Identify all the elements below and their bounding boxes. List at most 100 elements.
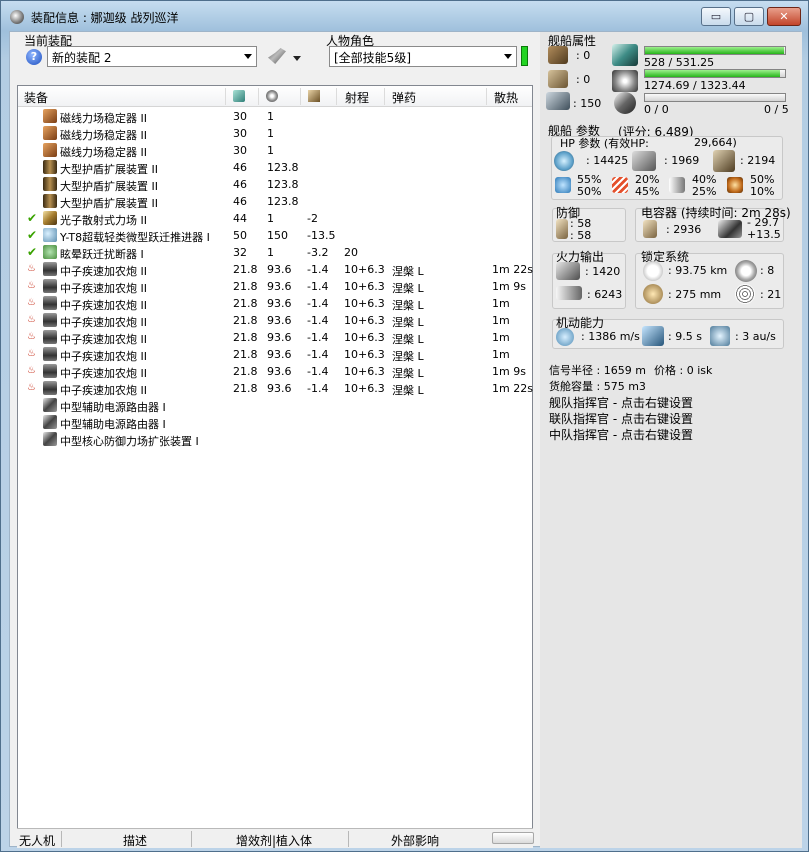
module-row[interactable]: 中型辅助电源路由器 I — [18, 397, 532, 414]
module-row[interactable]: ♨ 中子疾速加农炮 II 21.8 93.6 -1.4 10+6.3 涅槃 L 1m 9s — [18, 278, 532, 295]
blaster-icon — [43, 296, 57, 310]
column-equipment[interactable]: 装备 — [24, 89, 48, 106]
module-row[interactable]: ✔ 眩晕跃迁扰断器 I 32 1 -3.2 20 — [18, 244, 532, 261]
rig-icon — [43, 432, 57, 446]
module-row[interactable]: ✔ Y-T8超载轻类微型跃迁推进器 I 50 150 -13.5 — [18, 227, 532, 244]
module-row[interactable]: ♨ 中子疾速加农炮 II 21.8 93.6 -1.4 10+6.3 涅槃 L 1m 9s — [18, 363, 532, 380]
tab-drones[interactable]: 无人机 — [19, 832, 55, 849]
module-cpu: 30 — [233, 110, 247, 123]
close-button[interactable]: ✕ — [767, 7, 801, 26]
help-icon[interactable]: ? — [26, 49, 42, 65]
module-cpu: 21.8 — [233, 263, 258, 276]
overheat-icon[interactable]: ♨ — [27, 262, 39, 276]
module-capacitor: -3.2 — [307, 246, 329, 259]
module-row[interactable]: 大型护盾扩展装置 II 46 123.8 — [18, 176, 532, 193]
cpu-icon[interactable] — [233, 90, 245, 102]
capacitor-recharge-icon — [718, 220, 742, 238]
column-heat[interactable]: 散热 — [494, 89, 518, 106]
cargo-capacity: 货舱容量 : 575 m3 — [549, 380, 646, 393]
overheat-icon[interactable]: ♨ — [27, 279, 39, 293]
wrench-icon[interactable] — [268, 48, 286, 64]
fitting-window: 装配信息 : 娜迦级 战列巡洋 ▭ ▢ ✕ 当前装配 ? 新的装配 2 人物角色… — [0, 0, 809, 852]
calibration-bar — [644, 93, 786, 102]
active-check-icon[interactable]: ✔ — [27, 245, 39, 259]
magnetic-field-stabilizer-icon — [43, 143, 57, 157]
title-bar[interactable]: 装配信息 : 娜迦级 战列巡洋 ▭ ▢ ✕ — [1, 1, 808, 31]
module-name: 光子散射式力场 II — [60, 214, 147, 227]
module-row[interactable]: 磁线力场稳定器 II 30 1 — [18, 142, 532, 159]
fleet-commander-slot[interactable]: 舰队指挥官 - 点击右键设置 — [549, 394, 693, 411]
overheat-icon[interactable]: ♨ — [27, 347, 39, 361]
module-row[interactable]: ♨ 中子疾速加农炮 II 21.8 93.6 -1.4 10+6.3 涅槃 L 1m — [18, 312, 532, 329]
module-row[interactable]: ✔ 光子散射式力场 II 44 1 -2 — [18, 210, 532, 227]
module-row[interactable]: 中型辅助电源路由器 I — [18, 414, 532, 431]
module-row[interactable]: ♨ 中子疾速加农炮 II 21.8 93.6 -1.4 10+6.3 涅槃 L 1m — [18, 295, 532, 312]
powergrid-value: 528 / 531.25 — [644, 56, 715, 69]
overheat-icon[interactable]: ♨ — [27, 313, 39, 327]
module-powergrid: 1 — [267, 144, 274, 157]
tab-divider — [348, 831, 349, 847]
character-select[interactable]: [全部技能5级] — [329, 46, 517, 67]
module-row[interactable]: ♨ 中子疾速加农炮 II 21.8 93.6 -1.4 10+6.3 涅槃 L 1m — [18, 329, 532, 346]
module-powergrid: 93.6 — [267, 365, 292, 378]
module-row[interactable]: ♨ 中子疾速加农炮 II 21.8 93.6 -1.4 10+6.3 涅槃 L 1m 22s — [18, 261, 533, 278]
column-ammo[interactable]: 弹药 — [392, 89, 416, 106]
overheat-icon[interactable]: ♨ — [27, 364, 39, 378]
tab-description[interactable]: 描述 — [123, 832, 147, 849]
fitting-select-value: 新的装配 2 — [52, 51, 112, 65]
armor-hp-icon — [632, 151, 656, 171]
module-heat: 1m — [492, 297, 510, 310]
module-name: 中子疾速加农炮 II — [60, 265, 147, 278]
module-list[interactable]: 装备 射程 弹药 散热 磁线力场稳定器 II 30 1 磁线力场稳定器 II 30 1 磁线… — [17, 85, 533, 847]
capacitor-icon[interactable] — [308, 90, 320, 102]
overheat-icon[interactable]: ♨ — [27, 330, 39, 344]
hull-hp-value: : 2194 — [740, 154, 776, 167]
volley-value: : 6243 — [587, 288, 623, 301]
active-check-icon[interactable]: ✔ — [27, 228, 39, 242]
module-powergrid: 93.6 — [267, 280, 292, 293]
module-name: 中子疾速加农炮 II — [60, 367, 147, 380]
module-range: 10+6.3 — [344, 348, 385, 361]
module-range: 10+6.3 — [344, 263, 385, 276]
capacitor-capacity-value: : 2936 — [666, 223, 702, 236]
overheat-icon[interactable]: ♨ — [27, 381, 39, 395]
module-capacitor: -2 — [307, 212, 318, 225]
price: 价格 : 0 isk — [654, 364, 713, 377]
module-heat: 1m 9s — [492, 280, 526, 293]
tab-external-effects[interactable]: 外部影响 — [391, 832, 439, 849]
module-cpu: 21.8 — [233, 280, 258, 293]
module-row[interactable]: ♨ 中子疾速加农炮 II 21.8 93.6 -1.4 10+6.3 涅槃 L 1m 22s — [18, 380, 533, 397]
dps-value: : 1420 — [585, 265, 621, 278]
wing-commander-slot[interactable]: 联队指挥官 - 点击右键设置 — [549, 410, 693, 427]
tab-boosters-implants[interactable]: 增效剂|植入体 — [236, 832, 312, 849]
module-row[interactable]: 磁线力场稳定器 II 30 1 — [18, 125, 532, 142]
module-heat: 1m 22s — [492, 382, 533, 395]
chevron-down-icon[interactable] — [293, 56, 301, 61]
module-powergrid: 1 — [267, 127, 274, 140]
module-powergrid: 93.6 — [267, 297, 292, 310]
minimize-button[interactable]: ▭ — [701, 7, 731, 26]
module-name: 中子疾速加农炮 II — [60, 384, 147, 397]
powergrid-icon[interactable] — [266, 90, 278, 102]
module-row[interactable]: 中型核心防御力场扩张装置 I — [18, 431, 532, 448]
blaster-icon — [43, 279, 57, 293]
fitting-select[interactable]: 新的装配 2 — [47, 46, 257, 67]
tab-divider — [191, 831, 192, 847]
module-range: 10+6.3 — [344, 314, 385, 327]
maximize-button[interactable]: ▢ — [734, 7, 764, 26]
tab-scroll-handle[interactable] — [492, 832, 534, 844]
module-row[interactable]: 大型护盾扩展装置 II 46 123.8 — [18, 193, 532, 210]
squad-commander-slot[interactable]: 中队指挥官 - 点击右键设置 — [549, 426, 693, 443]
module-powergrid: 1 — [267, 246, 274, 259]
module-row[interactable]: ♨ 中子疾速加农炮 II 21.8 93.6 -1.4 10+6.3 涅槃 L 1m — [18, 346, 532, 363]
drone-bandwidth-value: : 0 — [576, 49, 591, 62]
active-check-icon[interactable]: ✔ — [27, 211, 39, 225]
column-range[interactable]: 射程 — [345, 89, 369, 106]
module-name: 磁线力场稳定器 II — [60, 146, 147, 159]
module-capacitor: -13.5 — [307, 229, 336, 242]
overheat-icon[interactable]: ♨ — [27, 296, 39, 310]
module-row[interactable]: 磁线力场稳定器 II 30 1 — [18, 108, 532, 125]
cpu-bar-fill — [645, 70, 780, 77]
module-powergrid: 93.6 — [267, 382, 292, 395]
module-row[interactable]: 大型护盾扩展装置 II 46 123.8 — [18, 159, 532, 176]
